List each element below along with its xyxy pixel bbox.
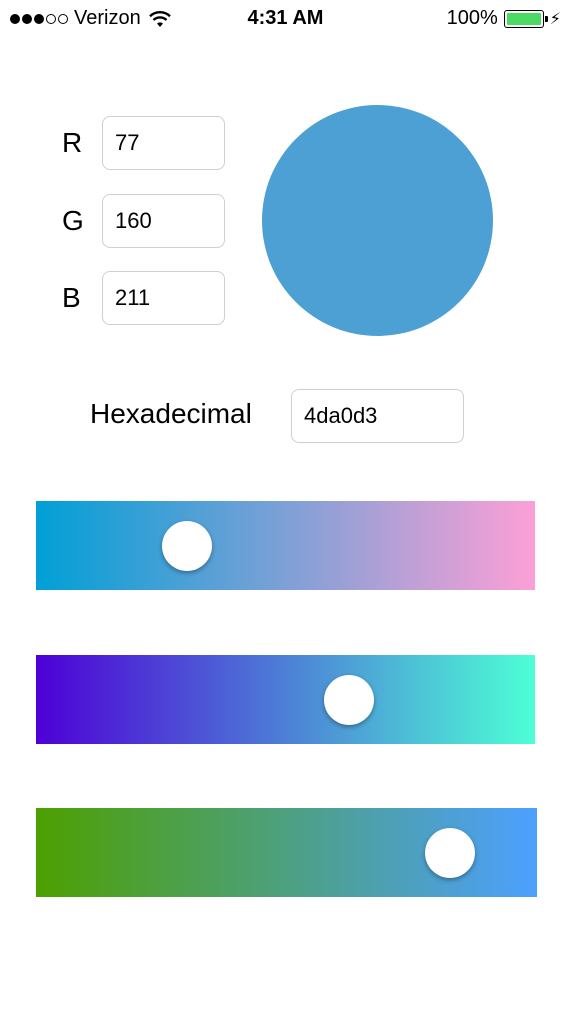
blue-row: B bbox=[62, 271, 225, 325]
red-slider-thumb[interactable] bbox=[161, 520, 212, 571]
color-preview-swatch bbox=[262, 105, 493, 336]
battery-percent: 100% bbox=[446, 7, 498, 29]
green-input[interactable] bbox=[102, 194, 225, 248]
hex-label: Hexadecimal bbox=[90, 398, 252, 429]
green-slider[interactable] bbox=[36, 655, 535, 744]
green-label: G bbox=[62, 205, 84, 236]
green-slider-thumb[interactable] bbox=[323, 674, 374, 725]
status-right: 100% ⚡︎ bbox=[447, 7, 561, 30]
red-label: R bbox=[62, 127, 83, 158]
green-row: G bbox=[62, 194, 225, 248]
charging-icon: ⚡︎ bbox=[549, 10, 561, 28]
red-row: R bbox=[62, 116, 225, 170]
hex-input[interactable] bbox=[291, 389, 464, 443]
battery-icon bbox=[503, 9, 548, 28]
red-input[interactable] bbox=[102, 116, 225, 170]
blue-input[interactable] bbox=[102, 271, 225, 325]
blue-slider[interactable] bbox=[36, 808, 537, 897]
status-bar: Verizon 4:31 AM 100% ⚡︎ bbox=[0, 0, 571, 40]
blue-slider-thumb[interactable] bbox=[425, 827, 476, 878]
red-slider[interactable] bbox=[36, 501, 535, 590]
blue-label: B bbox=[62, 282, 81, 313]
